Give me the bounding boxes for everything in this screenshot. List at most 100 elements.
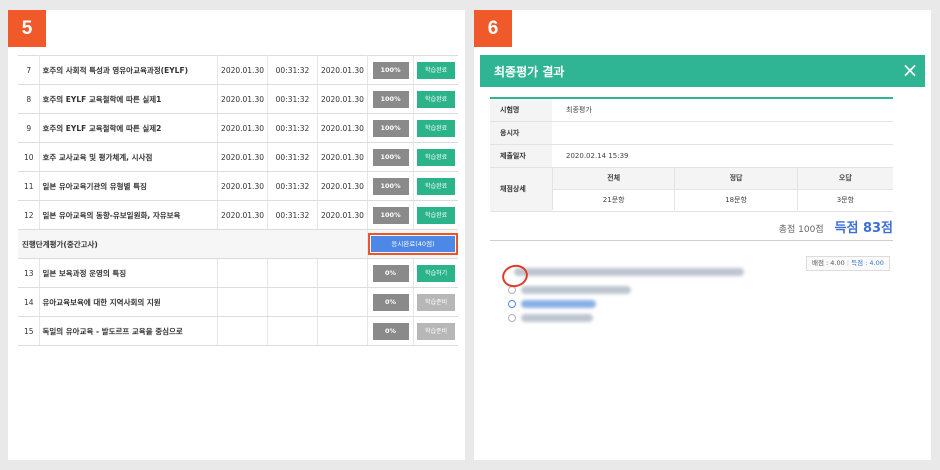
study-action-button[interactable]: 학습완료: [417, 206, 456, 224]
row-number: 7: [18, 55, 41, 85]
row-number: 10: [18, 142, 41, 172]
step-badge: 5: [8, 10, 46, 47]
row-number: 8: [18, 84, 41, 114]
row-title: 일본 유아교육기관의 유형별 특징: [39, 171, 219, 201]
row-title: 일본 보육과정 운영의 특징: [39, 258, 219, 288]
row-time: [267, 287, 318, 317]
exam-name-value: 최종평가: [552, 98, 893, 122]
submitted-label: 제출일자: [490, 144, 552, 168]
row-date: [217, 316, 269, 346]
table-row: 9 호주의 EYLF 교육철학에 따른 실제2 2020.01.30 00:31:32…: [18, 113, 458, 143]
table-row: 7 호주의 사회적 특성과 영유아교육과정(EYLF) 2020.01.30 00:3…: [18, 55, 458, 85]
study-action-button[interactable]: 학습완료: [417, 148, 456, 166]
exam-complete-button[interactable]: 응시완료(40점): [370, 236, 455, 252]
row-end-date: 2020.01.30: [317, 171, 368, 201]
progress-badge: 100%: [372, 148, 409, 166]
row-number: 14: [18, 287, 41, 317]
row-date: [217, 258, 269, 288]
study-action-button[interactable]: 학습완료: [417, 90, 456, 108]
row-end-date: 2020.01.30: [317, 84, 368, 114]
progress-badge: 100%: [372, 61, 409, 79]
row-date: 2020.01.30: [217, 55, 269, 85]
row-number: 12: [18, 200, 41, 230]
score-summary: 총점 100점 득점 83점: [779, 217, 893, 236]
section-row: 진행단계평가(중간고사) 응시완료(40점): [18, 229, 458, 259]
row-end-date: 2020.01.30: [317, 200, 368, 230]
study-action-button[interactable]: 학습완료: [417, 61, 456, 79]
detail-total-value: 21문항: [551, 189, 675, 210]
study-action-button[interactable]: 학습완료: [417, 119, 456, 137]
row-end-date: [317, 287, 368, 317]
gain-label: 득점 : 4.00: [851, 259, 884, 267]
table-row: 15 독일의 유아교육 - 발도르프 교육을 중심으로 0% 학습준비: [18, 316, 458, 346]
exam-name-label: 시험명: [490, 98, 552, 122]
detail-correct-value: 18문항: [674, 189, 798, 210]
table-row: 10 호주 교사교육 및 평가체계, 시사점 2020.01.30 00:31:32 2…: [18, 142, 458, 172]
row-date: 2020.01.30: [217, 171, 269, 201]
study-action-button[interactable]: 학습하기: [417, 264, 456, 282]
row-number: 15: [18, 316, 41, 346]
table-row: 11 일본 유아교육기관의 유형별 특징 2020.01.30 00:31:32 202…: [18, 171, 458, 201]
result-header: 최종평가 결과 ×: [480, 55, 925, 87]
taker-value: [552, 121, 893, 145]
row-time: 00:31:32: [267, 84, 318, 114]
detail-label: 채점상세: [490, 167, 552, 212]
result-info-table: 시험명 최종평가 응시자 제출일자 2020.02.14 15:39 채점상세 …: [490, 97, 893, 212]
detail-wrong-value: 3문항: [796, 189, 893, 210]
progress-badge: 100%: [372, 90, 409, 108]
divider: [490, 240, 893, 241]
progress-badge: 0%: [372, 293, 409, 311]
option-3: [508, 314, 808, 322]
option-2: [508, 300, 808, 308]
score-total: 총점 100점: [778, 225, 824, 235]
row-title: 호주의 EYLF 교육철학에 따른 실제1: [39, 84, 219, 114]
row-end-date: [317, 258, 368, 288]
course-table: 7 호주의 사회적 특성과 영유아교육과정(EYLF) 2020.01.30 00:3…: [18, 55, 458, 346]
row-time: [267, 258, 318, 288]
allot-label: 배점 : 4.00: [812, 259, 845, 267]
question-blurred: [508, 268, 808, 328]
row-date: 2020.01.30: [217, 113, 269, 143]
row-title: 호주의 EYLF 교육철학에 따른 실제2: [39, 113, 219, 143]
left-panel: 5 7 호주의 사회적 특성과 영유아교육과정(EYLF) 2020.01.30 00…: [8, 10, 465, 460]
row-number: 9: [18, 113, 41, 143]
detail-wrong-head: 오답: [796, 168, 893, 190]
score-gained: 득점 83점: [834, 221, 894, 236]
progress-badge: 100%: [372, 119, 409, 137]
row-time: 00:31:32: [267, 171, 318, 201]
option-radio-icon: [508, 314, 516, 322]
table-row: 12 일본 유아교육의 동향-유보일원화, 자유보육 2020.01.30 00:31…: [18, 200, 458, 230]
submitted-value: 2020.02.14 15:39: [552, 144, 893, 168]
study-action-button[interactable]: 학습완료: [417, 177, 456, 195]
result-title: 최종평가 결과: [494, 65, 565, 79]
row-time: 00:31:32: [267, 55, 318, 85]
row-time: 00:31:32: [267, 113, 318, 143]
detail-correct-head: 정답: [674, 168, 798, 190]
table-row: 13 일본 보육과정 운영의 특징 0% 학습하기: [18, 258, 458, 288]
row-end-date: 2020.01.30: [317, 113, 368, 143]
progress-badge: 0%: [372, 322, 409, 340]
close-icon[interactable]: ×: [899, 57, 921, 83]
row-title: 일본 유아교육의 동향-유보일원화, 자유보육: [39, 200, 219, 230]
question-text-blur: [514, 268, 744, 276]
option-radio-icon: [508, 300, 516, 308]
row-time: [267, 316, 318, 346]
question-score-box: 배점 : 4.00 | 득점 : 4.00: [806, 256, 890, 271]
taker-label: 응시자: [490, 121, 552, 145]
row-end-date: [317, 316, 368, 346]
progress-badge: 0%: [372, 264, 409, 282]
row-title: 유아교육보육에 대한 지역사회의 지원: [39, 287, 219, 317]
table-row: 14 유아교육보육에 대한 지역사회의 지원 0% 학습준비: [18, 287, 458, 317]
option-1: [508, 286, 808, 294]
right-panel: 6 최종평가 결과 × 시험명 최종평가 응시자 제출일자 2020.02.14…: [474, 10, 931, 460]
detail-table: 전체 정답 오답 21문항 18문항 3문항: [551, 168, 893, 210]
progress-badge: 100%: [372, 177, 409, 195]
exam-highlight: 응시완료(40점): [367, 233, 458, 255]
row-end-date: 2020.01.30: [317, 55, 368, 85]
study-action-button[interactable]: 학습준비: [417, 293, 456, 311]
row-number: 11: [18, 171, 41, 201]
row-title: 독일의 유아교육 - 발도르프 교육을 중심으로: [39, 316, 219, 346]
study-action-button[interactable]: 학습준비: [417, 322, 456, 340]
row-date: 2020.01.30: [217, 200, 269, 230]
table-row: 8 호주의 EYLF 교육철학에 따른 실제1 2020.01.30 00:31:32…: [18, 84, 458, 114]
